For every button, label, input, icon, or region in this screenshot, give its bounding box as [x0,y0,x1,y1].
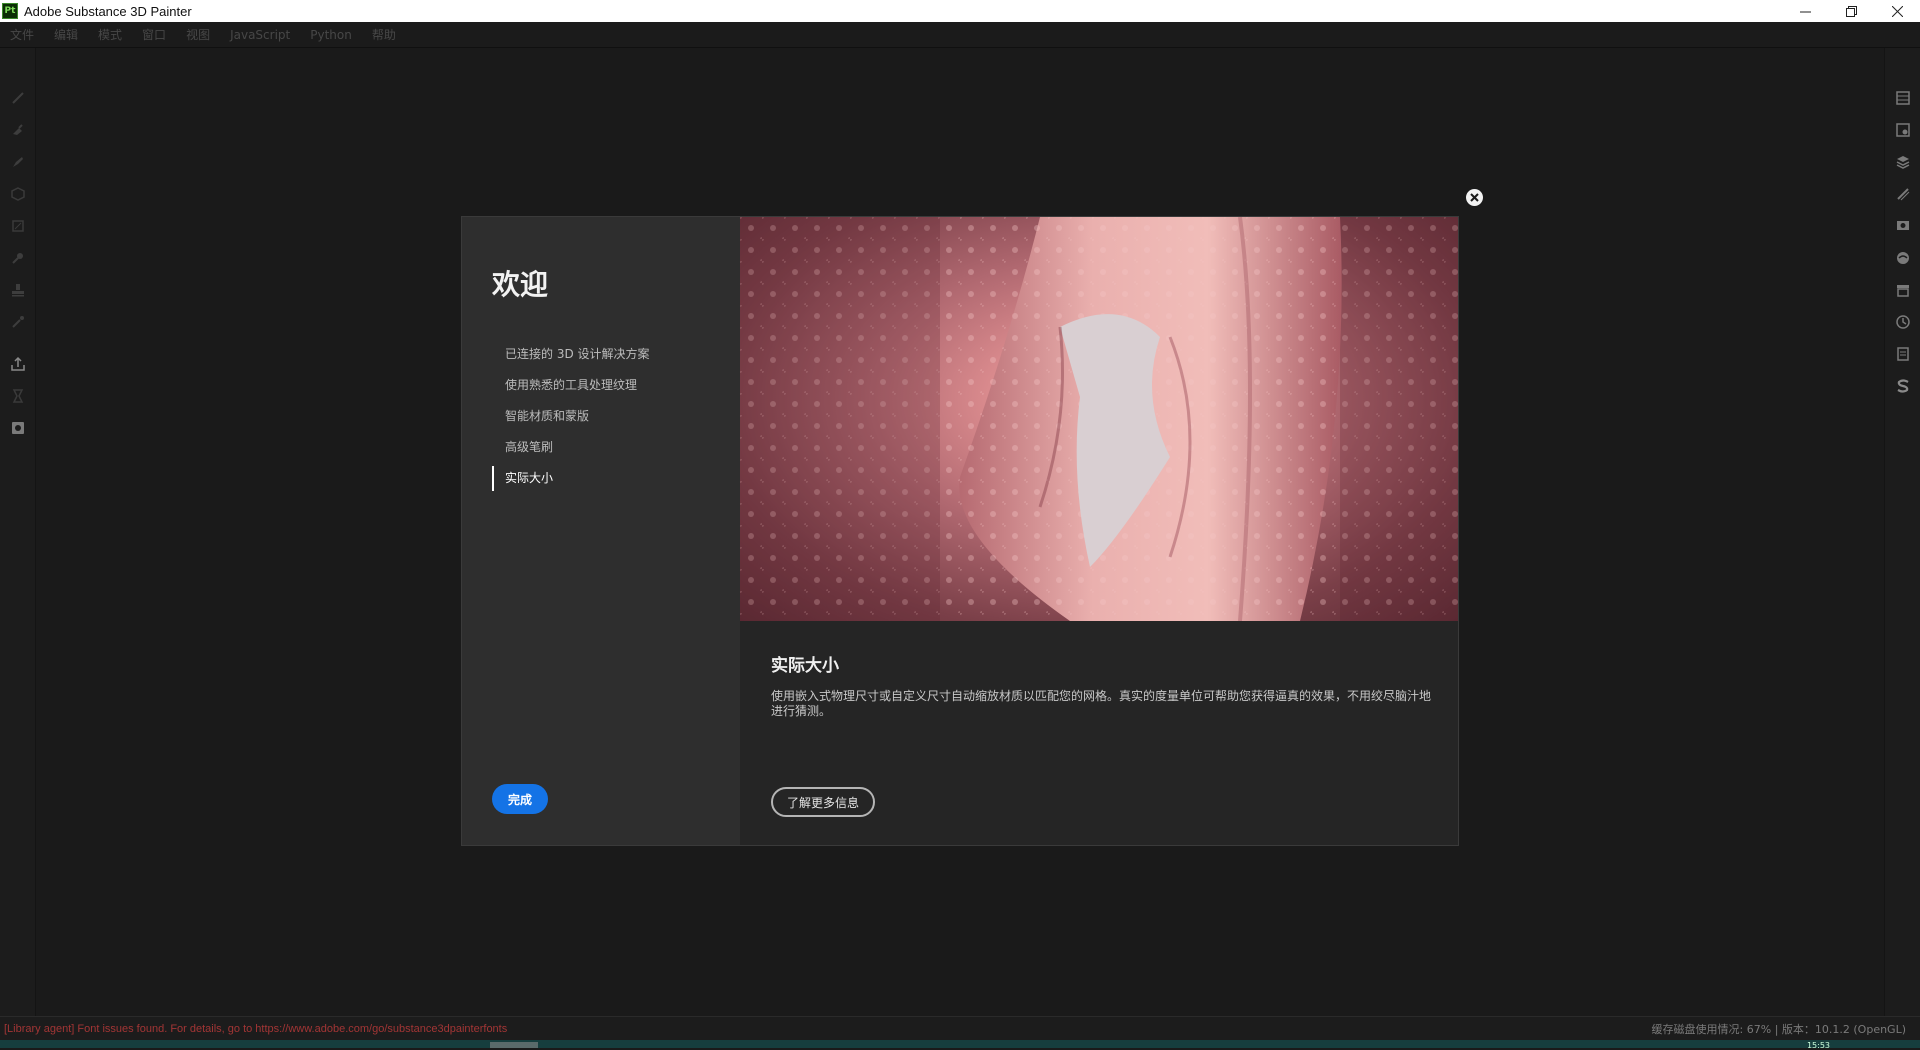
done-button[interactable]: 完成 [492,784,548,814]
nav-item-smart-materials[interactable]: 智能材质和蒙版 [492,401,722,432]
welcome-heading: 欢迎 [492,268,549,301]
nav-item-advanced-brushes[interactable]: 高级笔刷 [492,432,722,463]
content-description: 使用嵌入式物理尺寸或自定义尺寸自动缩放材质以匹配您的网格。真实的度量单位可帮助您… [771,689,1432,718]
export-icon[interactable] [10,356,26,372]
window-title: Adobe Substance 3D Painter [24,3,192,19]
left-toolbar [0,48,36,1016]
title-bar: Pt Adobe Substance 3D Painter [0,0,1920,22]
close-icon [1470,193,1479,202]
taskbar-scroll-handle[interactable] [490,1042,538,1048]
dialog-close-button[interactable] [1466,189,1483,206]
nav-item-familiar-tools[interactable]: 使用熟悉的工具处理纹理 [492,370,722,401]
status-error-message[interactable]: [Library agent] Font issues found. For d… [4,1023,507,1035]
polygon-fill-icon[interactable] [10,218,26,234]
menu-javascript[interactable]: JavaScript [230,28,290,42]
status-bar: [Library agent] Font issues found. For d… [0,1016,1920,1040]
menu-help[interactable]: 帮助 [372,26,396,43]
fabric-illustration [740,217,1458,621]
environment-icon[interactable] [1895,250,1911,266]
log-icon[interactable] [1895,346,1911,362]
texture-set-settings-icon[interactable] [1895,122,1911,138]
screenshot-icon[interactable] [10,420,26,436]
taskbar-clock: 15:53 [1806,1041,1830,1050]
welcome-dialog: 欢迎 已连接的 3D 设计解决方案 使用熟悉的工具处理纹理 智能材质和蒙版 高级… [461,216,1459,846]
menu-file[interactable]: 文件 [10,26,34,43]
menu-mode[interactable]: 模式 [98,26,122,43]
close-icon [1891,5,1903,17]
close-window-button[interactable] [1874,0,1920,22]
minimize-icon [1799,11,1811,12]
display-settings-icon[interactable] [1895,218,1911,234]
menu-edit[interactable]: 编辑 [54,26,78,43]
properties-icon[interactable] [1895,186,1911,202]
color-picker-icon[interactable] [10,314,26,330]
pink-fabric-drape-image [740,217,1458,621]
menu-window[interactable]: 窗口 [142,26,166,43]
taskbar-strip [0,1040,1920,1048]
bake-icon[interactable] [10,388,26,404]
menu-view[interactable]: 视图 [186,26,210,43]
welcome-sidebar: 欢迎 已连接的 3D 设计解决方案 使用熟悉的工具处理纹理 智能材质和蒙版 高级… [462,217,740,845]
status-info: 缓存磁盘使用情况: 67% | 版本：10.1.2 (OpenGL) [1651,1022,1906,1036]
nav-item-real-world-scale[interactable]: 实际大小 [492,463,722,494]
minimize-button[interactable] [1782,0,1828,22]
texture-set-list-icon[interactable] [1895,90,1911,106]
menu-bar: 文件 编辑 模式 窗口 视图 JavaScript Python 帮助 [0,22,1920,48]
app-logo: Pt [2,3,18,19]
geometry-mask-icon[interactable] [10,186,26,202]
welcome-content: 实际大小 使用嵌入式物理尺寸或自定义尺寸自动缩放材质以匹配您的网格。真实的度量单… [740,621,1458,845]
history-icon[interactable] [1895,314,1911,330]
content-title: 实际大小 [771,656,839,676]
paint-brush-icon[interactable] [10,90,26,106]
projection-icon[interactable] [10,154,26,170]
learn-more-button[interactable]: 了解更多信息 [771,787,875,817]
welcome-nav: 已连接的 3D 设计解决方案 使用熟悉的工具处理纹理 智能材质和蒙版 高级笔刷 … [492,339,722,494]
clone-stamp-icon[interactable] [10,282,26,298]
restore-icon [1845,5,1857,17]
shelf-icon[interactable] [1895,282,1911,298]
layers-icon[interactable] [1895,154,1911,170]
eraser-icon[interactable] [10,122,26,138]
window-controls [1782,0,1920,22]
right-toolbar [1884,48,1920,1016]
menu-python[interactable]: Python [310,28,352,42]
nav-item-connected-3d[interactable]: 已连接的 3D 设计解决方案 [492,339,722,370]
smudge-icon[interactable] [10,250,26,266]
substance-icon[interactable] [1895,378,1911,394]
restore-button[interactable] [1828,0,1874,22]
